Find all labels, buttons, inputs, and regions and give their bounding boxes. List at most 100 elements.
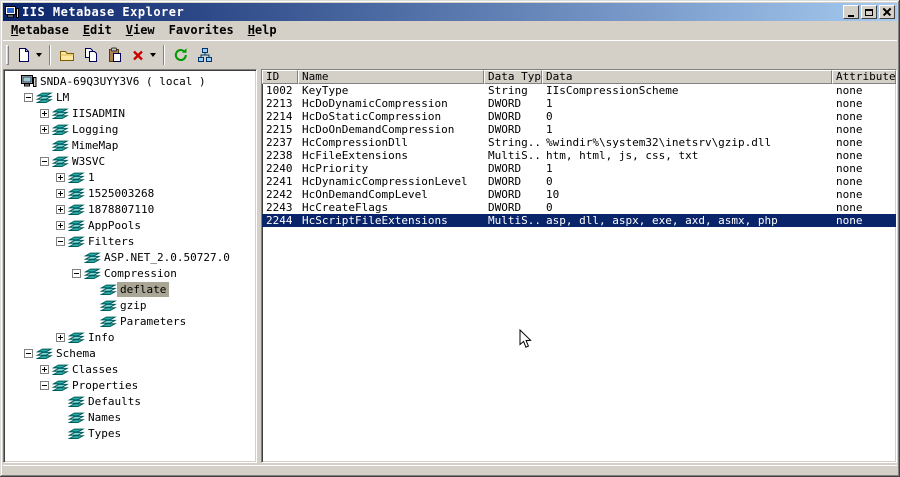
tree-item-w3svc[interactable]: W3SVC xyxy=(4,153,256,169)
tree-item-label: Types xyxy=(88,426,122,440)
expand-icon[interactable] xyxy=(56,204,65,214)
refresh-icon xyxy=(173,47,189,63)
list-row-2244[interactable]: 2244 HcScriptFileExtensions MultiS... asp, … xyxy=(262,214,896,227)
tree-item-filters[interactable]: Filters xyxy=(4,233,256,249)
tree-item-label: AppPools xyxy=(88,218,141,232)
cell-name: HcDoDynamicCompression xyxy=(302,97,448,110)
list-row-2243[interactable]: 2243 HcCreateFlags DWORD 0 none xyxy=(262,201,896,214)
menu-edit[interactable]: Edit xyxy=(76,21,119,40)
tree-item-properties[interactable]: Properties xyxy=(4,377,256,393)
node-icon xyxy=(68,330,85,344)
copy-button[interactable] xyxy=(79,43,103,67)
cell-data: htm, html, js, css, txt xyxy=(546,149,699,162)
tree-item-classes[interactable]: Classes xyxy=(4,361,256,377)
tree-item-mimemap[interactable]: MimeMap xyxy=(4,137,256,153)
list-row-2242[interactable]: 2242 HcOnDemandCompLevel DWORD 10 none xyxy=(262,188,896,201)
tree-item-info[interactable]: Info xyxy=(4,329,256,345)
cell-data-type: DWORD xyxy=(488,123,522,136)
expand-icon[interactable] xyxy=(56,188,65,198)
collapse-icon[interactable] xyxy=(40,380,49,390)
list-row-2213[interactable]: 2213 HcDoDynamicCompression DWORD 1 none xyxy=(262,97,896,110)
tree-item-label: IISADMIN xyxy=(72,106,125,120)
cell-data-type: DWORD xyxy=(488,110,522,123)
tree-item-schema[interactable]: Schema xyxy=(4,345,256,361)
cell-data: 0 xyxy=(546,175,553,188)
refresh-button[interactable] xyxy=(169,43,193,67)
cell-attributes: none xyxy=(836,123,863,136)
toolbar-grip-handle[interactable] xyxy=(6,44,9,65)
cell-data: %windir%\system32\inetsrv\gzip.dll xyxy=(546,136,772,149)
cell-attributes: none xyxy=(836,97,863,110)
column-header-id[interactable]: ID xyxy=(262,70,298,84)
expand-icon[interactable] xyxy=(56,220,65,230)
list-row-1002[interactable]: 1002 KeyType String IIsCompressionScheme non… xyxy=(262,84,896,97)
column-header-data[interactable]: Data xyxy=(542,70,832,84)
tree-item-iisadmin[interactable]: IISADMIN xyxy=(4,105,256,121)
delete-button[interactable] xyxy=(127,43,159,67)
tree-item-defaults[interactable]: Defaults xyxy=(4,393,256,409)
tree-item-parameters[interactable]: Parameters xyxy=(4,313,256,329)
network-icon xyxy=(197,47,213,63)
node-icon xyxy=(100,298,117,312)
title-bar[interactable]: IIS Metabase Explorer xyxy=(3,3,897,21)
column-header-attributes[interactable]: Attributes xyxy=(832,70,896,84)
tree: SNDA-69Q3UYY3V6 ( local ) LM IISADMIN Loggi… xyxy=(3,69,257,463)
menu-metabase[interactable]: Metabase xyxy=(4,21,76,40)
cell-id: 2215 xyxy=(266,123,293,136)
tree-item-types[interactable]: Types xyxy=(4,425,256,441)
tree-item-1[interactable]: 1 xyxy=(4,169,256,185)
cell-data-type: DWORD xyxy=(488,97,522,110)
open-button[interactable] xyxy=(55,43,79,67)
tree-item-deflate[interactable]: deflate xyxy=(4,281,256,297)
tree-item-lm[interactable]: LM xyxy=(4,89,256,105)
cell-name: HcCompressionDll xyxy=(302,136,408,149)
cell-id: 2240 xyxy=(266,162,293,175)
menu-view[interactable]: View xyxy=(119,21,162,40)
list-row-2214[interactable]: 2214 HcDoStaticCompression DWORD 0 none xyxy=(262,110,896,123)
tree-item-names[interactable]: Names xyxy=(4,409,256,425)
expand-icon[interactable] xyxy=(56,332,65,342)
connect-computer-button[interactable] xyxy=(193,43,217,67)
menu-favorites[interactable]: Favorites xyxy=(162,21,241,40)
collapse-icon[interactable] xyxy=(24,92,33,102)
tree-item-gzip[interactable]: gzip xyxy=(4,297,256,313)
tree-item-1525003268[interactable]: 1525003268 xyxy=(4,185,256,201)
column-header-data-type[interactable]: Data Type xyxy=(484,70,542,84)
cell-attributes: none xyxy=(836,201,863,214)
cell-id: 2213 xyxy=(266,97,293,110)
list-row-2241[interactable]: 2241 HcDynamicCompressionLevel DWORD 0 none xyxy=(262,175,896,188)
expand-icon[interactable] xyxy=(56,172,65,182)
list-row-2240[interactable]: 2240 HcPriority DWORD 1 none xyxy=(262,162,896,175)
collapse-icon[interactable] xyxy=(40,156,49,166)
new-key-button[interactable] xyxy=(13,43,45,67)
list-row-2237[interactable]: 2237 HcCompressionDll String... %windir%\sy… xyxy=(262,136,896,149)
collapse-icon[interactable] xyxy=(24,348,33,358)
cell-name: HcPriority xyxy=(302,162,369,175)
dropdown-arrow-icon[interactable] xyxy=(150,52,156,57)
maximize-button[interactable] xyxy=(861,5,877,19)
tree-item-logging[interactable]: Logging xyxy=(4,121,256,137)
close-button[interactable] xyxy=(879,5,895,19)
list-row-2215[interactable]: 2215 HcDoOnDemandCompression DWORD 1 none xyxy=(262,123,896,136)
list-body[interactable]: 1002 KeyType String IIsCompressionScheme non… xyxy=(262,84,896,462)
tree-item-apppools[interactable]: AppPools xyxy=(4,217,256,233)
paste-button[interactable] xyxy=(103,43,127,67)
expand-icon[interactable] xyxy=(40,108,49,118)
node-icon xyxy=(68,426,85,440)
collapse-icon[interactable] xyxy=(56,236,65,246)
minimize-button[interactable] xyxy=(843,5,859,19)
menu-help[interactable]: Help xyxy=(241,21,284,40)
tree-item-asp-net-2-0-50727-0[interactable]: ASP.NET_2.0.50727.0 xyxy=(4,249,256,265)
list-row-2238[interactable]: 2238 HcFileExtensions MultiS... htm, html, … xyxy=(262,149,896,162)
cell-data: IIsCompressionScheme xyxy=(546,84,679,97)
expand-icon[interactable] xyxy=(40,124,49,134)
tree-item-snda-69q3uyy3v6-local[interactable]: SNDA-69Q3UYY3V6 ( local ) xyxy=(4,73,256,89)
column-header-name[interactable]: Name xyxy=(298,70,484,84)
collapse-icon[interactable] xyxy=(72,268,81,278)
tree-item-1878807110[interactable]: 1878807110 xyxy=(4,201,256,217)
cell-name: HcScriptFileExtensions xyxy=(302,214,448,227)
cell-id: 2241 xyxy=(266,175,293,188)
expand-icon[interactable] xyxy=(40,364,49,374)
tree-item-compression[interactable]: Compression xyxy=(4,265,256,281)
dropdown-arrow-icon[interactable] xyxy=(36,52,42,57)
